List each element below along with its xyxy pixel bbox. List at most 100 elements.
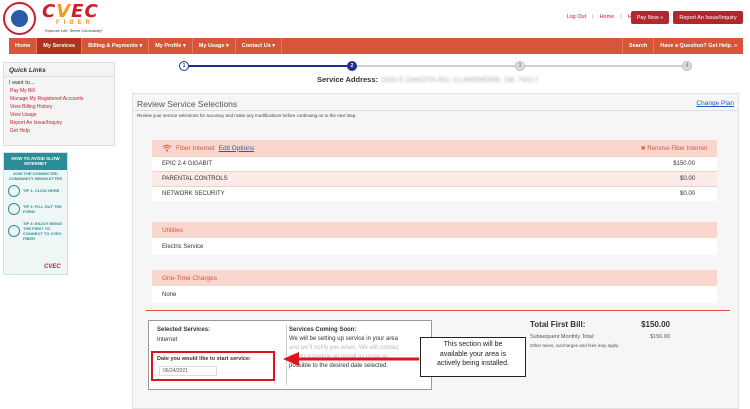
promo-tip-text: TIP 3: ENJOY BEING THE FIRST TO CONNECT … xyxy=(23,220,63,241)
fiber-card-header: Fiber Internet Edit Options ✖ Remove Fib… xyxy=(152,140,717,156)
nav-contact-us[interactable]: Contact Us ▾ xyxy=(236,38,283,54)
selected-service-item: Internet xyxy=(157,337,178,343)
service-address-value: 1000 E DAKOTA RD, CLAREMORE, OK 74017 xyxy=(380,75,539,84)
quick-link-manage-accounts[interactable]: Manage My Registered Accounts xyxy=(4,95,114,103)
callout-line: actively being installed. xyxy=(437,360,509,367)
remove-fiber-button[interactable]: ✖ Remove Fiber Internet xyxy=(641,145,707,152)
callout-line: available your area is xyxy=(439,350,507,358)
quick-link-report-issue[interactable]: Report An Issue/Inquiry xyxy=(4,119,114,127)
taxes-note: Other taxes, surcharges and fees may app… xyxy=(530,343,620,348)
progress-step-1: 1 xyxy=(179,61,189,71)
nav-get-help[interactable]: Have a Question? Get Help. » xyxy=(653,38,743,54)
tagline: "Improve Life, Serve Community" xyxy=(44,28,103,33)
progress-line-complete xyxy=(188,65,355,67)
service-address-label: Service Address: xyxy=(317,75,379,84)
service-address: Service Address: 1000 E DAKOTA RD, CLARE… xyxy=(317,75,538,84)
promo-tip-text: TIP 1: CLICK HERE xyxy=(23,188,60,194)
promo-tip: TIP 2: FILL OUT THE FORM xyxy=(4,200,67,218)
utility-row: Electric Service xyxy=(162,243,204,250)
total-first-bill-label: Total First Bill: xyxy=(530,320,586,329)
logo-area[interactable]: CVEC FIBER "Improve Life, Serve Communit… xyxy=(0,0,200,36)
start-date-input[interactable]: 06/24/2021 xyxy=(159,366,217,376)
start-date-highlight: Date you would like to start service: 06… xyxy=(151,351,275,381)
newsletter-promo-banner[interactable]: HOW TO AVOID SLOW INTERNET JOIN THE CONN… xyxy=(3,152,68,275)
line-item-row: NETWORK SECURITY $0.00 xyxy=(152,186,717,201)
progress-step-4: 4 xyxy=(682,61,692,71)
promo-cvec-logo: CVEC xyxy=(44,264,61,270)
line-item-name: PARENTAL CONTROLS xyxy=(162,176,228,182)
review-description: Review your service selections for accur… xyxy=(137,113,357,118)
monthly-total-row: Subsequent Monthly Total: $150.00 xyxy=(530,334,670,340)
top-links: Log Out | Home | Help xyxy=(567,14,639,20)
network-icon xyxy=(8,224,20,237)
nav-my-usage[interactable]: My Usage ▾ xyxy=(193,38,236,54)
cvec-logo: CVEC xyxy=(42,1,99,22)
line-item-name: EPIC 2.4 GIGABIT xyxy=(162,161,213,167)
progress-step-2: 2 xyxy=(347,61,357,71)
pointer-icon xyxy=(8,184,20,197)
one-time-charges-card: One-Time Charges None xyxy=(152,270,717,303)
link-separator: | xyxy=(620,14,622,20)
one-time-charge-row: None xyxy=(162,291,177,298)
fiber-internet-card: Fiber Internet Edit Options ✖ Remove Fib… xyxy=(152,140,717,201)
fiber-wordmark: FIBER xyxy=(56,20,94,26)
line-item-amount: $0.00 xyxy=(679,176,695,182)
promo-tip-text: TIP 2: FILL OUT THE FORM xyxy=(23,203,62,214)
quick-links-title: Quick Links xyxy=(4,63,114,77)
edit-options-link[interactable]: Edit Options xyxy=(219,145,254,152)
form-icon xyxy=(8,202,20,215)
coming-soon-title: Services Coming Soon: xyxy=(289,327,357,333)
monthly-total-label: Subsequent Monthly Total: xyxy=(530,334,595,340)
callout-line: This section will be xyxy=(443,341,503,348)
total-first-bill-row: Total First Bill: $150.00 xyxy=(530,320,670,329)
quick-links-panel: Quick Links I want to... Pay My Bill Man… xyxy=(3,62,115,146)
one-time-charges-header: One-Time Charges xyxy=(152,270,717,286)
promo-tip: TIP 1: CLICK HERE xyxy=(4,182,67,200)
nav-my-services[interactable]: My Services xyxy=(37,38,83,54)
link-separator: | xyxy=(592,14,594,20)
progress-stepper: 1 2 3 4 xyxy=(179,61,692,71)
home-link[interactable]: Home xyxy=(600,14,615,20)
selected-services-title: Selected Services: xyxy=(157,327,211,333)
utilities-card-header: Utilities xyxy=(152,222,717,238)
quick-link-view-usage[interactable]: View Usage xyxy=(4,111,114,119)
logout-link[interactable]: Log Out xyxy=(567,14,587,20)
main-nav: Home My Services Billing & Payments ▾ My… xyxy=(9,38,743,54)
line-item-amount: $0.00 xyxy=(679,191,695,197)
quick-link-get-help[interactable]: Get Help xyxy=(4,127,114,135)
selected-services-column: Selected Services: Internet xyxy=(157,327,210,343)
section-divider xyxy=(146,310,730,311)
start-date-label: Date you would like to start service: xyxy=(157,356,251,362)
promo-headline: JOIN THE CONNECTED COMMUNITY NEWSLETTER xyxy=(8,170,63,181)
fiber-card-title: Fiber Internet xyxy=(176,144,215,152)
nav-search[interactable]: Search xyxy=(621,38,653,54)
quick-link-pay-bill[interactable]: Pay My Bill xyxy=(4,87,114,95)
divider xyxy=(133,110,738,111)
quick-link-billing-history[interactable]: View Billing History xyxy=(4,103,114,111)
wifi-icon xyxy=(162,144,172,152)
totals-summary: Total First Bill: $150.00 Subsequent Mon… xyxy=(530,320,670,348)
promo-header: HOW TO AVOID SLOW INTERNET xyxy=(4,153,67,170)
page-title: Review Service Selections xyxy=(137,99,238,109)
monthly-total-value: $150.00 xyxy=(650,334,670,340)
line-item-amount: $150.00 xyxy=(673,161,695,167)
progress-step-3: 3 xyxy=(515,61,525,71)
utilities-card: Utilities Electric Service xyxy=(152,222,717,255)
line-item-name: NETWORK SECURITY xyxy=(162,191,225,197)
line-item-row: PARENTAL CONTROLS $0.00 xyxy=(152,171,717,186)
quick-links-subtitle: I want to... xyxy=(9,80,35,86)
nav-my-profile[interactable]: My Profile ▾ xyxy=(149,38,193,54)
annotation-callout: This section will be available your area… xyxy=(420,337,526,377)
nav-home[interactable]: Home xyxy=(9,38,38,54)
total-first-bill-value: $150.00 xyxy=(641,320,670,329)
line-item-row: EPIC 2.4 GIGABIT $150.00 xyxy=(152,156,717,171)
coop-seal-logo xyxy=(3,2,36,35)
promo-tip: TIP 3: ENJOY BEING THE FIRST TO CONNECT … xyxy=(4,218,67,244)
coming-soon-line: We will be setting up service in your ar… xyxy=(289,336,398,342)
change-plan-link[interactable]: Change Plan xyxy=(696,100,734,107)
pay-now-button[interactable]: Pay Now » xyxy=(631,11,669,24)
nav-billing-payments[interactable]: Billing & Payments ▾ xyxy=(82,38,150,54)
red-arrow-icon xyxy=(283,352,419,366)
report-issue-button[interactable]: Report An Issue/Inquiry xyxy=(673,11,743,24)
